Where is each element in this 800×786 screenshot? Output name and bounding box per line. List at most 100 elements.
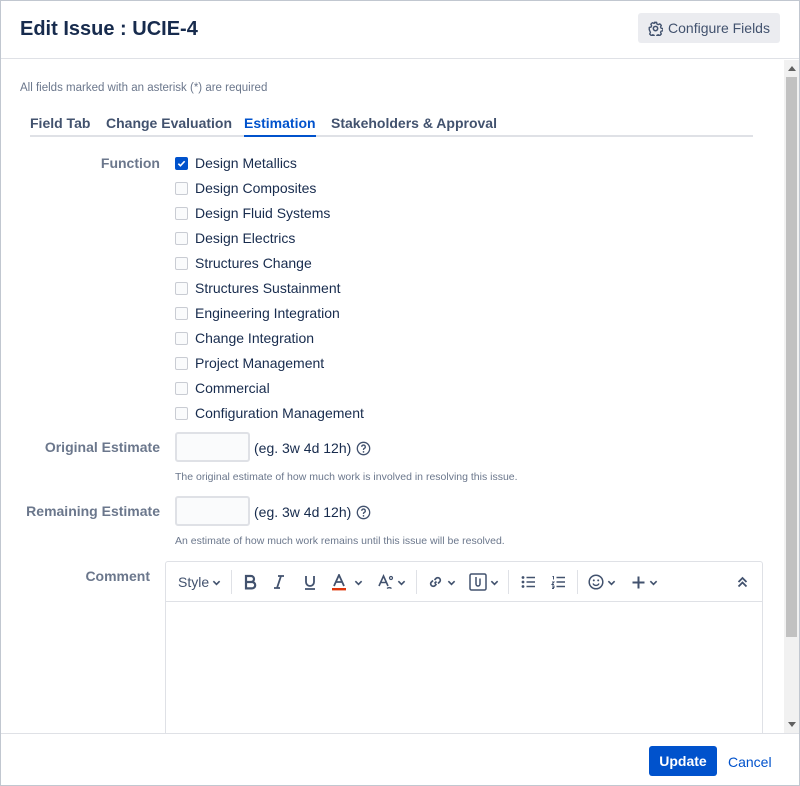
underline-button[interactable]: [303, 572, 317, 592]
dialog-title: Edit Issue : UCIE-4: [20, 18, 198, 40]
tab-change-evaluation[interactable]: Change Evaluation: [106, 115, 232, 131]
checkbox-project-management[interactable]: Project Management: [175, 354, 324, 372]
checkbox-unchecked[interactable]: [175, 406, 188, 420]
checkbox-design-fluid-systems[interactable]: Design Fluid Systems: [175, 204, 330, 222]
original-estimate-description: The original estimate of how much work i…: [175, 471, 518, 483]
collapse-toolbar-button[interactable]: [737, 572, 748, 592]
toolbar-separator: [577, 570, 578, 594]
bold-button[interactable]: [243, 572, 257, 592]
checkbox-label: Design Electrics: [195, 230, 296, 246]
chevron-down-icon: [212, 580, 221, 585]
scrollbar-thumb[interactable]: [786, 77, 797, 637]
function-label: Function: [100, 155, 160, 171]
tab-estimation[interactable]: Estimation: [244, 115, 316, 137]
checkbox-label: Structures Change: [195, 255, 312, 271]
underline-icon: [305, 576, 315, 590]
remaining-estimate-description: An estimate of how much work remains unt…: [175, 535, 505, 547]
chevron-down-icon: [397, 580, 406, 585]
attachment-dropdown[interactable]: [469, 572, 499, 592]
scroll-down-arrow-icon[interactable]: [788, 722, 796, 727]
checkbox-label: Change Integration: [195, 330, 315, 346]
hint-text: (eg. 3w 4d 12h): [254, 504, 352, 520]
emoji-dropdown[interactable]: [588, 572, 616, 592]
edit-issue-dialog: Edit Issue : UCIE-4 Configure Fields All…: [0, 0, 800, 786]
cancel-link[interactable]: Cancel: [728, 754, 772, 770]
checkbox-checked[interactable]: [175, 156, 188, 170]
checkbox-structures-sustainment[interactable]: Structures Sustainment: [175, 279, 341, 297]
insert-dropdown[interactable]: [631, 572, 658, 592]
checkbox-unchecked[interactable]: [175, 281, 188, 295]
checkbox-configuration-management[interactable]: Configuration Management: [175, 404, 364, 422]
emoji-icon: [588, 574, 604, 590]
tab-stakeholders-approval[interactable]: Stakeholders & Approval: [331, 115, 497, 131]
help-icon[interactable]: [356, 441, 371, 456]
checkmark-icon: [177, 160, 186, 167]
double-chevron-up-icon: [737, 576, 748, 588]
comment-label: Comment: [85, 568, 150, 584]
checkbox-label: Project Management: [195, 355, 325, 371]
numbered-list-button[interactable]: [551, 572, 566, 592]
checkbox-unchecked[interactable]: [175, 256, 188, 270]
more-formatting-icon: [378, 574, 394, 590]
checkbox-structures-change[interactable]: Structures Change: [175, 254, 312, 272]
more-formatting-dropdown[interactable]: [378, 572, 406, 592]
style-dropdown[interactable]: Style: [178, 572, 221, 592]
remaining-estimate-input[interactable]: [175, 496, 250, 526]
scroll-up-arrow-icon[interactable]: [788, 66, 796, 71]
tab-field-tab[interactable]: Field Tab: [30, 115, 90, 131]
checkbox-unchecked[interactable]: [175, 331, 188, 345]
checkbox-label: Design Composites: [195, 180, 317, 196]
checkbox-label: Design Metallics: [195, 155, 297, 171]
checkbox-unchecked[interactable]: [175, 181, 188, 195]
editor-toolbar: Style: [166, 562, 762, 602]
checkbox-unchecked[interactable]: [175, 231, 188, 245]
chevron-down-icon: [490, 580, 499, 585]
plus-icon: [632, 576, 645, 588]
style-label: Style: [178, 574, 210, 590]
checkbox-unchecked[interactable]: [175, 306, 188, 320]
checkbox-design-electrics[interactable]: Design Electrics: [175, 229, 295, 247]
tab-bar: Field Tab Change Evaluation Estimation S…: [30, 113, 753, 137]
text-color-dropdown[interactable]: [332, 572, 363, 592]
chevron-down-icon: [649, 580, 658, 585]
scrollbar[interactable]: [784, 60, 799, 733]
attachment-icon: [469, 573, 487, 591]
comment-editor[interactable]: Style: [165, 561, 763, 733]
checkbox-engineering-integration[interactable]: Engineering Integration: [175, 304, 340, 322]
original-estimate-hint: (eg. 3w 4d 12h): [254, 440, 371, 456]
original-estimate-input[interactable]: [175, 432, 250, 462]
checkbox-label: Structures Sustainment: [195, 280, 341, 296]
bold-icon: [244, 574, 257, 590]
italic-button[interactable]: [273, 572, 285, 592]
configure-fields-label: Configure Fields: [668, 20, 770, 36]
remaining-estimate-hint: (eg. 3w 4d 12h): [254, 504, 371, 520]
chevron-down-icon: [447, 580, 456, 585]
help-icon[interactable]: [356, 505, 371, 520]
hint-text: (eg. 3w 4d 12h): [254, 440, 352, 456]
remaining-estimate-label: Remaining Estimate: [26, 503, 160, 519]
checkbox-label: Engineering Integration: [195, 305, 340, 321]
chevron-down-icon: [354, 580, 363, 585]
bullet-list-icon: [521, 576, 535, 588]
gear-icon: [648, 21, 664, 36]
toolbar-separator: [231, 570, 232, 594]
comment-text-area[interactable]: [166, 603, 762, 733]
chevron-down-icon: [607, 580, 616, 585]
link-dropdown[interactable]: [427, 572, 456, 592]
checkbox-label: Configuration Management: [195, 405, 364, 421]
checkbox-design-composites[interactable]: Design Composites: [175, 179, 316, 197]
dialog-body[interactable]: All fields marked with an asterisk (*) a…: [1, 60, 783, 733]
checkbox-label: Commercial: [195, 380, 270, 396]
required-fields-note: All fields marked with an asterisk (*) a…: [20, 82, 268, 94]
checkbox-change-integration[interactable]: Change Integration: [175, 329, 314, 347]
italic-icon: [274, 575, 284, 589]
text-color-icon: [332, 573, 346, 590]
checkbox-unchecked[interactable]: [175, 356, 188, 370]
checkbox-commercial[interactable]: Commercial: [175, 379, 270, 397]
configure-fields-button[interactable]: Configure Fields: [638, 13, 780, 43]
bullet-list-button[interactable]: [521, 572, 536, 592]
checkbox-design-metallics[interactable]: Design Metallics: [175, 154, 297, 172]
checkbox-unchecked[interactable]: [175, 206, 188, 220]
update-button[interactable]: Update: [649, 746, 717, 776]
checkbox-unchecked[interactable]: [175, 381, 188, 395]
